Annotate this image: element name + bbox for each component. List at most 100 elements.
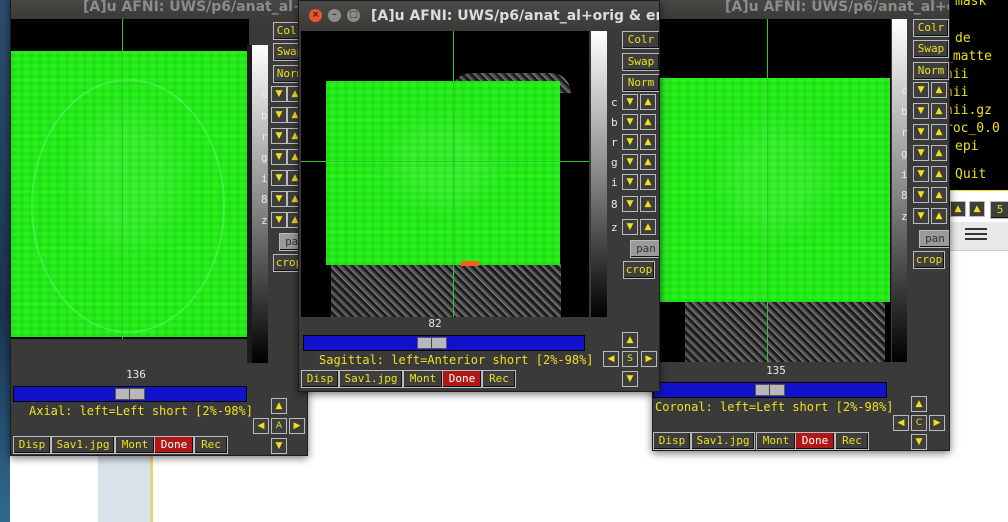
intensity-colorbar[interactable] bbox=[591, 31, 607, 317]
swap-button[interactable]: Swap bbox=[622, 53, 659, 71]
arrow-down-icon[interactable]: ▼ bbox=[622, 196, 638, 212]
save-button[interactable]: Sav1.jpg bbox=[51, 436, 115, 454]
arrow-down-icon[interactable]: ▼ bbox=[913, 124, 929, 140]
arrow-down-icon[interactable]: ▼ bbox=[271, 170, 287, 186]
arrow-up-icon[interactable]: ▲ bbox=[931, 145, 947, 161]
arrow-down-icon[interactable]: ▼ bbox=[271, 191, 287, 207]
terminal-up-arrow-icon[interactable]: ▲ bbox=[969, 201, 985, 217]
arrow-down-icon[interactable]: ▼ bbox=[622, 114, 638, 130]
orientation-button[interactable]: C bbox=[911, 415, 927, 431]
arrow-up-icon[interactable]: ▲ bbox=[640, 134, 656, 150]
arrow-down-icon[interactable]: ▼ bbox=[913, 103, 929, 119]
arrow-down-icon[interactable]: ▼ bbox=[271, 149, 287, 165]
arrow-up-icon[interactable]: ▲ bbox=[622, 332, 638, 348]
arrow-down-icon[interactable]: ▼ bbox=[271, 212, 287, 228]
colr-button[interactable]: Colr bbox=[622, 31, 659, 49]
rec-button[interactable]: Rec bbox=[835, 432, 869, 450]
save-button[interactable]: Sav1.jpg bbox=[691, 432, 755, 450]
minimize-window-icon[interactable]: – bbox=[328, 9, 341, 22]
image-viewport[interactable] bbox=[655, 19, 891, 362]
slice-slider[interactable] bbox=[303, 335, 585, 351]
colr-button[interactable]: Colr bbox=[913, 19, 949, 37]
disp-button[interactable]: Disp bbox=[13, 436, 51, 454]
arrow-down-icon[interactable]: ▼ bbox=[913, 82, 929, 98]
arrow-left-icon[interactable]: ◀ bbox=[603, 351, 619, 367]
arrow-down-icon[interactable]: ▼ bbox=[913, 166, 929, 182]
arrow-up-icon[interactable]: ▲ bbox=[931, 82, 947, 98]
done-button[interactable]: Done bbox=[154, 436, 194, 454]
pan-button[interactable]: pan bbox=[919, 230, 949, 248]
orientation-button[interactable]: S bbox=[622, 351, 638, 367]
arrow-up-icon[interactable]: ▲ bbox=[640, 174, 656, 190]
save-button[interactable]: Sav1.jpg bbox=[339, 370, 403, 388]
arrow-up-icon[interactable]: ▲ bbox=[640, 114, 656, 130]
brain-outline bbox=[31, 79, 225, 333]
terminal-counter[interactable]: 5 bbox=[990, 201, 1008, 219]
param-label: c bbox=[901, 84, 908, 97]
image-viewport[interactable] bbox=[11, 19, 249, 339]
arrow-up-icon[interactable]: ▲ bbox=[640, 196, 656, 212]
terminal-up-arrow-icon[interactable]: ▲ bbox=[950, 201, 966, 217]
slider-thumb[interactable] bbox=[115, 388, 145, 400]
arrow-down-icon[interactable]: ▼ bbox=[622, 371, 638, 387]
arrow-up-icon[interactable]: ▲ bbox=[931, 208, 947, 224]
menu-lines-icon[interactable] bbox=[965, 228, 987, 242]
image-viewport[interactable] bbox=[301, 31, 589, 317]
arrow-up-icon[interactable]: ▲ bbox=[931, 166, 947, 182]
arrow-down-icon[interactable]: ▼ bbox=[622, 219, 638, 235]
rec-button[interactable]: Rec bbox=[194, 436, 228, 454]
mont-button[interactable]: Mont bbox=[756, 432, 796, 450]
arrow-down-icon[interactable]: ▼ bbox=[271, 128, 287, 144]
param-label: r bbox=[611, 136, 618, 149]
arrow-down-icon[interactable]: ▼ bbox=[271, 107, 287, 123]
arrow-up-icon[interactable]: ▲ bbox=[911, 396, 927, 412]
window-titlebar[interactable]: [A]u AFNI: UWS/p6/anat_al+orig & errts.s bbox=[11, 0, 307, 19]
arrow-down-icon[interactable]: ▼ bbox=[911, 434, 927, 450]
arrow-down-icon[interactable]: ▼ bbox=[271, 438, 287, 454]
crop-button[interactable]: crop bbox=[623, 261, 655, 279]
slider-thumb[interactable] bbox=[755, 384, 785, 396]
arrow-down-icon[interactable]: ▼ bbox=[622, 154, 638, 170]
arrow-up-icon[interactable]: ▲ bbox=[640, 219, 656, 235]
slice-slider[interactable] bbox=[653, 382, 887, 398]
arrow-down-icon[interactable]: ▼ bbox=[913, 145, 929, 161]
slider-thumb[interactable] bbox=[417, 337, 447, 349]
mont-button[interactable]: Mont bbox=[403, 370, 443, 388]
arrow-down-icon[interactable]: ▼ bbox=[622, 174, 638, 190]
slice-slider[interactable] bbox=[13, 386, 247, 402]
orientation-info: Sagittal: left=Anterior short [2%-98%] bbox=[319, 353, 594, 367]
arrow-up-icon[interactable]: ▲ bbox=[931, 124, 947, 140]
arrow-left-icon[interactable]: ◀ bbox=[253, 418, 269, 434]
arrow-down-icon[interactable]: ▼ bbox=[913, 187, 929, 203]
arrow-down-icon[interactable]: ▼ bbox=[913, 208, 929, 224]
window-titlebar[interactable]: × – □ [A]u AFNI: UWS/p6/anat_al+orig & e… bbox=[299, 1, 659, 31]
arrow-down-icon[interactable]: ▼ bbox=[622, 134, 638, 150]
done-button[interactable]: Done bbox=[795, 432, 835, 450]
arrow-down-icon[interactable]: ▼ bbox=[622, 94, 638, 110]
arrow-up-icon[interactable]: ▲ bbox=[271, 398, 287, 414]
mont-button[interactable]: Mont bbox=[115, 436, 155, 454]
arrow-right-icon[interactable]: ▶ bbox=[929, 415, 945, 431]
arrow-down-icon[interactable]: ▼ bbox=[271, 86, 287, 102]
window-titlebar[interactable]: [A]u AFNI: UWS/p6/anat_al+orig & errts.s bbox=[653, 0, 949, 19]
arrow-left-icon[interactable]: ◀ bbox=[893, 415, 909, 431]
orientation-button[interactable]: A bbox=[271, 418, 287, 434]
arrow-right-icon[interactable]: ▶ bbox=[289, 418, 305, 434]
arrow-right-icon[interactable]: ▶ bbox=[641, 351, 657, 367]
norm-button[interactable]: Norm bbox=[913, 62, 949, 80]
crop-button[interactable]: crop bbox=[913, 251, 945, 269]
norm-button[interactable]: Norm bbox=[622, 74, 659, 92]
done-button[interactable]: Done bbox=[442, 370, 482, 388]
pan-button[interactable]: pan bbox=[630, 240, 659, 258]
rec-button[interactable]: Rec bbox=[482, 370, 516, 388]
disp-button[interactable]: Disp bbox=[653, 432, 691, 450]
close-window-icon[interactable]: × bbox=[309, 9, 322, 22]
disp-button[interactable]: Disp bbox=[301, 370, 339, 388]
maximize-window-icon[interactable]: □ bbox=[347, 9, 360, 22]
arrow-up-icon[interactable]: ▲ bbox=[931, 103, 947, 119]
arrow-up-icon[interactable]: ▲ bbox=[640, 94, 656, 110]
terminal-quit[interactable]: Quit bbox=[955, 166, 986, 184]
arrow-up-icon[interactable]: ▲ bbox=[640, 154, 656, 170]
arrow-up-icon[interactable]: ▲ bbox=[931, 187, 947, 203]
swap-button[interactable]: Swap bbox=[913, 40, 949, 58]
